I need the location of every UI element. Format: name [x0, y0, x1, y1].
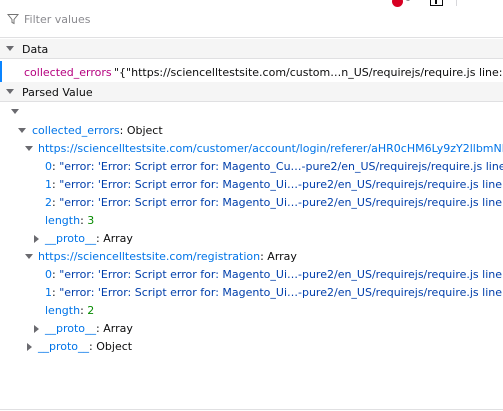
tree-type: Object	[96, 340, 133, 353]
selection-indicator	[0, 61, 2, 82]
chevron-down-icon	[11, 109, 19, 114]
tree-index: 1	[45, 178, 52, 191]
tree-root-row[interactable]	[0, 103, 503, 121]
tree-key: collected_errors	[32, 124, 120, 137]
error-badge-icon[interactable]	[392, 0, 403, 7]
tree-row-login-item-2[interactable]: 2: "error: 'Error: Script error for: Mag…	[0, 194, 503, 212]
chevron-down-icon	[6, 89, 14, 94]
data-value: "{"https://sciencelltestsite.com/custom……	[114, 66, 503, 79]
tree-row-collected-errors[interactable]: collected_errors: Object	[0, 122, 503, 140]
error-count: 6	[405, 0, 411, 4]
tree-type: Array	[267, 250, 297, 263]
tree-row-registration-item-1[interactable]: 1: "error: 'Error: Script error for: Mag…	[0, 284, 503, 302]
tree-row-login-item-1[interactable]: 1: "error: 'Error: Script error for: Mag…	[0, 176, 503, 194]
data-row-collected-errors[interactable]: collected_errors "{"https://sciencelltes…	[0, 61, 503, 83]
parsed-value-section-header[interactable]: Parsed Value	[0, 82, 503, 102]
data-section-header[interactable]: Data	[0, 39, 503, 59]
chevron-down-icon	[18, 128, 26, 133]
tree-row-registration-item-0[interactable]: 0: "error: 'Error: Script error for: Mag…	[0, 266, 503, 284]
tree-index: 2	[45, 196, 52, 209]
parsed-value-section-title: Parsed Value	[22, 86, 93, 99]
tree-key-login-url: https://sciencelltestsite.com/customer/a…	[38, 142, 503, 155]
chevron-right-icon	[27, 343, 32, 351]
toolbar-divider	[456, 0, 457, 6]
tree-string-value: "error: 'Error: Script error for: Magent…	[59, 178, 503, 191]
bottom-border	[0, 409, 503, 410]
tree-string-value: "error: 'Error: Script error for: Magent…	[59, 286, 503, 299]
tree-string-value: "error: 'Error: Script error for: Magent…	[59, 268, 503, 281]
tree-row-login-length[interactable]: length: 3	[0, 212, 503, 230]
tree-row-object-proto[interactable]: __proto__: Object	[0, 338, 503, 356]
tree-key-registration-url: https://sciencelltestsite.com/registrati…	[38, 250, 261, 263]
chevron-down-icon	[6, 46, 14, 51]
tree-index: 0	[45, 160, 52, 173]
data-section-title: Data	[22, 43, 49, 56]
chevron-right-icon	[34, 325, 39, 333]
tree-string-value: "error: 'Error: Script error for: Magent…	[59, 196, 503, 209]
tree-index: 0	[45, 268, 52, 281]
more-options-icon[interactable]: ⋯	[483, 0, 494, 5]
data-key: collected_errors	[24, 66, 112, 79]
tree-row-registration-url[interactable]: https://sciencelltestsite.com/registrati…	[0, 248, 503, 266]
filter-values-input[interactable]	[24, 8, 364, 30]
tree-row-login-url[interactable]: https://sciencelltestsite.com/customer/a…	[0, 140, 503, 158]
tree-length-key: length	[45, 304, 81, 317]
tree-proto-key: __proto__	[45, 322, 97, 335]
tree-row-login-proto[interactable]: __proto__: Array	[0, 230, 503, 248]
filter-bar: 6 ⋯	[0, 0, 503, 38]
chevron-right-icon	[34, 235, 39, 243]
filter-icon	[7, 14, 19, 25]
tree-row-registration-length[interactable]: length: 2	[0, 302, 503, 320]
tree-length-key: length	[45, 214, 81, 227]
tree-length-value: 2	[87, 304, 95, 317]
tree-type: Array	[103, 322, 133, 335]
tree-proto-key: __proto__	[45, 232, 97, 245]
tree-index: 1	[45, 286, 52, 299]
chevron-down-icon	[25, 254, 33, 259]
tree-row-registration-proto[interactable]: __proto__: Array	[0, 320, 503, 338]
tree-row-login-item-0[interactable]: 0: "error: 'Error: Script error for: Mag…	[0, 158, 503, 176]
chevron-down-icon	[25, 146, 33, 151]
tree-length-value: 3	[87, 214, 95, 227]
tree-type: Object	[126, 124, 163, 137]
tree-proto-key: __proto__	[38, 340, 90, 353]
split-console-icon[interactable]	[430, 0, 443, 6]
tree-string-value: "error: 'Error: Script error for: Magent…	[59, 160, 503, 173]
tree-type: Array	[103, 232, 133, 245]
